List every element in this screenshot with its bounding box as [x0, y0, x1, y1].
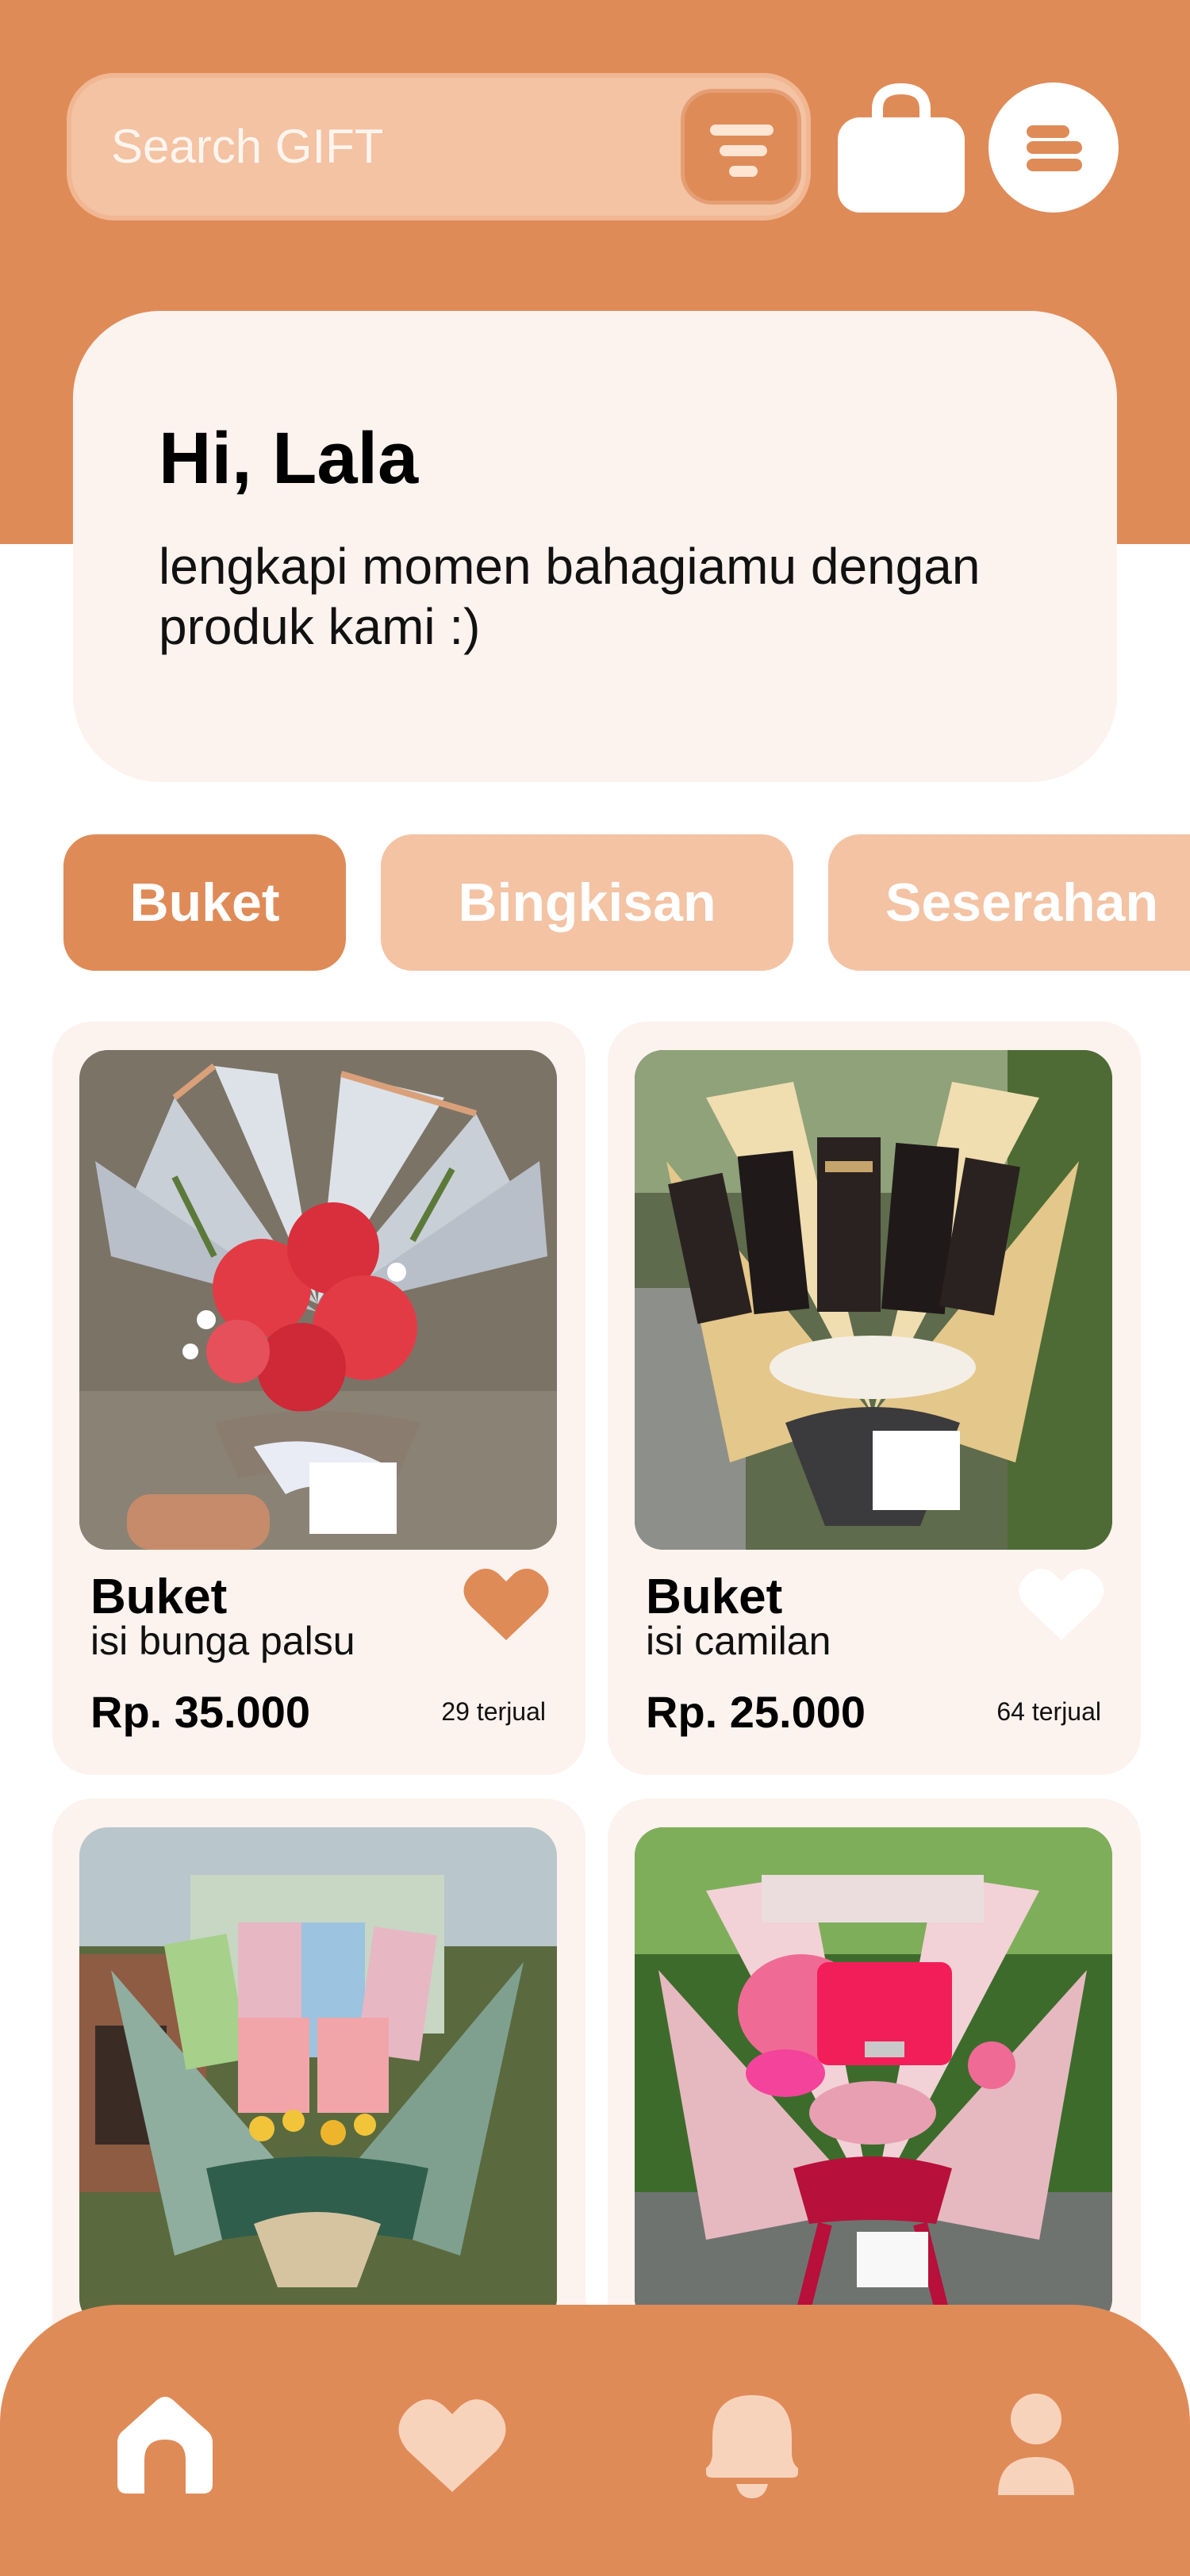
product-subtitle: isi bunga palsu	[90, 1619, 355, 1663]
nav-home[interactable]	[109, 2390, 221, 2501]
product-price: Rp. 25.000	[646, 1687, 866, 1737]
heart-icon	[398, 2399, 506, 2492]
product-image-red-flower-bouquet[interactable]	[79, 1050, 557, 1550]
tab-bingkisan[interactable]: Bingkisan	[381, 834, 793, 971]
user-icon	[998, 2394, 1074, 2495]
favorite-heart-icon[interactable]	[1017, 1564, 1106, 1643]
product-image-money-bouquet[interactable]	[79, 1827, 557, 2327]
search-input[interactable]: Search GIFT	[111, 78, 383, 216]
product-image-pink-gift-bouquet[interactable]	[635, 1827, 1112, 2327]
shopping-bag-icon	[838, 82, 965, 213]
filter-icon	[710, 125, 774, 136]
nav-notifications[interactable]	[697, 2390, 808, 2501]
greeting-card: Hi, Lala lengkapi momen bahagiamu dengan…	[73, 311, 1117, 782]
product-title: Buket	[646, 1570, 783, 1624]
menu-icon	[1027, 125, 1069, 138]
greeting-subtitle: lengkapi momen bahagiamu dengan produk k…	[159, 538, 981, 655]
product-card[interactable]: Buket isi camilan Rp. 25.000 64 terjual	[608, 1022, 1141, 1775]
product-title: Buket	[90, 1570, 228, 1624]
tab-buket[interactable]: Buket	[63, 834, 346, 971]
product-image-snack-bouquet[interactable]	[635, 1050, 1112, 1550]
menu-button[interactable]	[988, 82, 1119, 213]
bottom-navigation	[0, 2305, 1190, 2576]
filter-button[interactable]	[681, 89, 801, 205]
product-sold-count: 29 terjual	[441, 1697, 546, 1726]
shopping-bag-button[interactable]	[836, 82, 966, 213]
product-subtitle: isi camilan	[646, 1619, 831, 1663]
favorite-heart-icon[interactable]	[462, 1564, 551, 1643]
product-price: Rp. 35.000	[90, 1687, 311, 1737]
tab-seserahan[interactable]: Seserahan	[828, 834, 1190, 971]
product-card[interactable]: Buket isi bunga palsu Rp. 35.000 29 terj…	[52, 1022, 585, 1775]
search-bar[interactable]: Search GIFT	[67, 73, 811, 220]
greeting-title: Hi, Lala	[159, 418, 419, 499]
home-icon	[117, 2397, 213, 2494]
bell-icon	[706, 2395, 798, 2498]
nav-profile[interactable]	[981, 2390, 1092, 2501]
product-sold-count: 64 terjual	[996, 1697, 1101, 1726]
nav-favorites[interactable]	[397, 2390, 508, 2501]
